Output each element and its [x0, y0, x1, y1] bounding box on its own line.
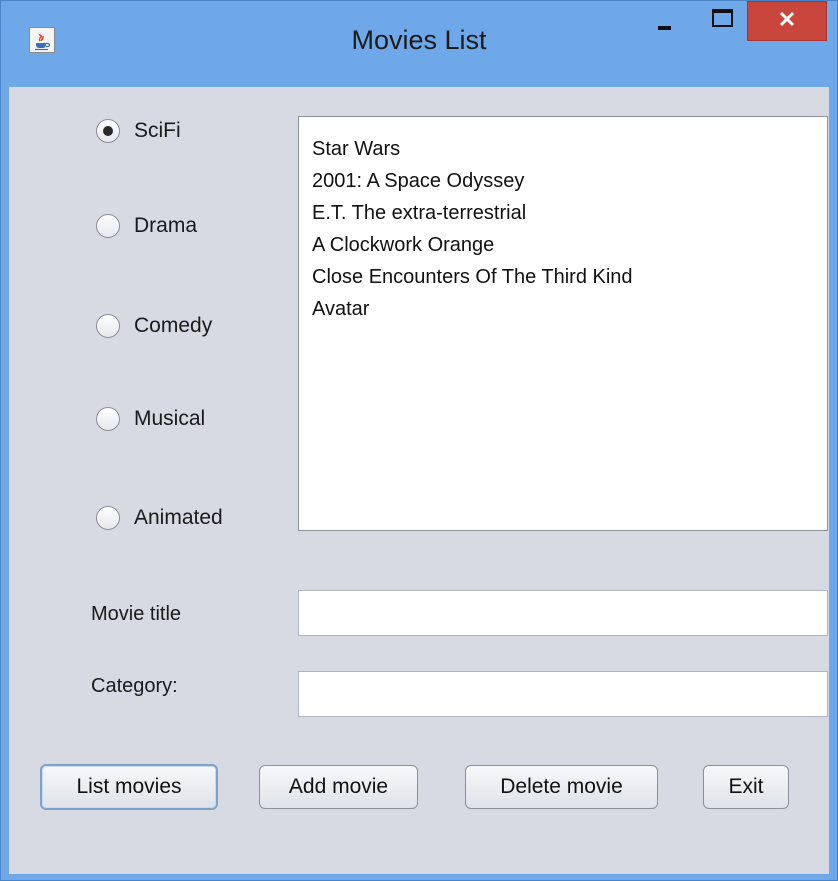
- category-label: Category:: [91, 675, 178, 697]
- exit-button[interactable]: Exit: [703, 765, 789, 809]
- movies-listbox[interactable]: Star Wars 2001: A Space Odyssey E.T. The…: [298, 116, 828, 531]
- radio-label-scifi: SciFi: [134, 119, 181, 142]
- delete-movie-button[interactable]: Delete movie: [465, 765, 658, 809]
- radio-button[interactable]: [96, 407, 120, 431]
- close-button[interactable]: [747, 1, 827, 41]
- minimize-button[interactable]: [643, 1, 693, 41]
- list-movies-button[interactable]: List movies: [40, 764, 218, 810]
- radio-label-comedy: Comedy: [134, 314, 213, 337]
- list-item[interactable]: E.T. The extra-terrestrial: [312, 197, 827, 229]
- maximize-button[interactable]: [693, 1, 743, 41]
- radio-animated[interactable]: Animated: [96, 501, 223, 535]
- close-icon: [779, 11, 795, 27]
- radio-button[interactable]: [96, 314, 120, 338]
- list-item[interactable]: Avatar: [312, 293, 827, 325]
- radio-musical[interactable]: Musical: [96, 402, 205, 436]
- title-bar[interactable]: Movies List: [1, 1, 837, 87]
- client-area: SciFi Drama Comedy Musical Animated Star…: [9, 87, 829, 874]
- list-item[interactable]: Star Wars: [312, 133, 827, 165]
- radio-button[interactable]: [96, 506, 120, 530]
- list-item[interactable]: 2001: A Space Odyssey: [312, 165, 827, 197]
- radio-scifi[interactable]: SciFi: [96, 114, 181, 148]
- movies-list-window: Movies List SciFi Drama Comedy Musical A…: [0, 0, 838, 881]
- list-item[interactable]: A Clockwork Orange: [312, 229, 827, 261]
- list-item[interactable]: Close Encounters Of The Third Kind: [312, 261, 827, 293]
- category-input[interactable]: [298, 671, 828, 717]
- radio-drama[interactable]: Drama: [96, 209, 197, 243]
- movie-title-label: Movie title: [91, 603, 182, 625]
- radio-comedy[interactable]: Comedy: [96, 309, 212, 343]
- maximize-icon: [712, 9, 733, 27]
- movie-title-input[interactable]: [298, 590, 828, 636]
- radio-label-animated: Animated: [134, 506, 223, 529]
- radio-label-musical: Musical: [134, 407, 206, 430]
- add-movie-button[interactable]: Add movie: [259, 765, 418, 809]
- minimize-icon: [658, 26, 671, 30]
- radio-label-drama: Drama: [134, 214, 198, 237]
- radio-button-checked[interactable]: [96, 119, 120, 143]
- radio-button[interactable]: [96, 214, 120, 238]
